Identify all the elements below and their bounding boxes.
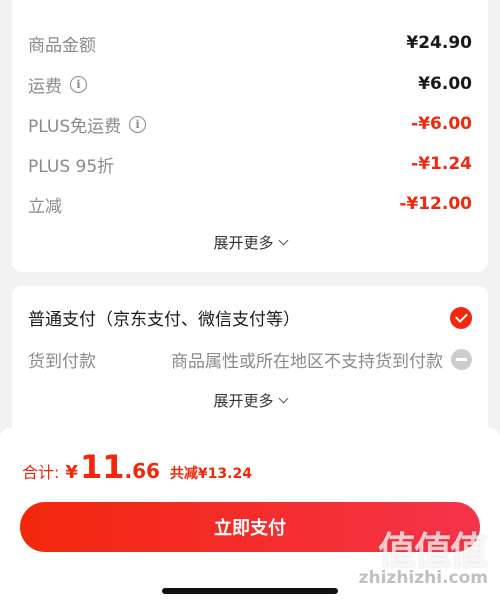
total-amount-decimal: .66 bbox=[124, 459, 160, 483]
info-icon[interactable]: i bbox=[70, 75, 87, 93]
expand-more-payment-label: 展开更多 bbox=[213, 392, 274, 410]
total-currency: ¥ bbox=[65, 462, 78, 483]
price-detail-card: 商品金额 ¥24.90 运费 i ¥6.00 PLUS免运费 i -¥6.00 … bbox=[12, 0, 488, 272]
plus-discount-label: PLUS 95折 bbox=[28, 156, 115, 177]
expand-more-payment-button[interactable]: 展开更多 bbox=[12, 390, 488, 411]
payment-option-normal[interactable]: 普通支付（京东支付、微信支付等） bbox=[28, 305, 472, 330]
total-amount-integer: 11 bbox=[79, 448, 125, 486]
instant-discount-value: -¥12.00 bbox=[399, 194, 472, 214]
watermark-logo: 值值值 bbox=[377, 529, 488, 573]
instant-discount-label: 立减 bbox=[28, 196, 62, 217]
row-plus-discount: PLUS 95折 -¥1.24 bbox=[28, 152, 472, 177]
expand-more-label: 展开更多 bbox=[213, 234, 274, 252]
disabled-icon bbox=[451, 349, 472, 370]
total-label: 合计: bbox=[22, 463, 60, 482]
chevron-down-icon bbox=[278, 235, 288, 246]
cod-label: 货到付款 bbox=[28, 352, 96, 372]
row-goods-amount: 商品金额 ¥24.90 bbox=[28, 31, 472, 56]
goods-amount-value: ¥24.90 bbox=[406, 33, 472, 53]
cod-unavailable-note: 商品属性或所在地区不支持货到付款 bbox=[171, 352, 443, 372]
plus-discount-value: -¥1.24 bbox=[411, 154, 472, 174]
goods-amount-label: 商品金额 bbox=[28, 35, 96, 56]
shipping-fee-value: ¥6.00 bbox=[418, 74, 472, 94]
home-indicator[interactable] bbox=[162, 588, 338, 594]
payment-option-cod: 货到付款 商品属性或所在地区不支持货到付款 bbox=[28, 347, 472, 372]
chevron-down-icon bbox=[278, 393, 288, 404]
normal-payment-label: 普通支付（京东支付、微信支付等） bbox=[28, 310, 300, 330]
checkmark-icon[interactable] bbox=[450, 306, 472, 329]
checkout-bar: 合计: ¥ 11 .66 共减¥13.24 立即支付 值值值 zhizhizhi… bbox=[0, 428, 500, 605]
row-instant-discount: 立减 -¥12.00 bbox=[28, 192, 472, 217]
plus-free-shipping-value: -¥6.00 bbox=[411, 114, 472, 134]
row-plus-free-shipping: PLUS免运费 i -¥6.00 bbox=[28, 112, 472, 137]
plus-free-shipping-label: PLUS免运费 bbox=[28, 116, 122, 137]
row-shipping-fee: 运费 i ¥6.00 bbox=[28, 72, 472, 97]
total-line: 合计: ¥ 11 .66 共减¥13.24 bbox=[22, 448, 252, 486]
payment-method-card: 普通支付（京东支付、微信支付等） 货到付款 商品属性或所在地区不支持货到付款 展… bbox=[12, 286, 488, 436]
shipping-fee-label: 运费 bbox=[28, 76, 62, 97]
info-icon[interactable]: i bbox=[129, 115, 147, 133]
watermark-text: zhizhizhi.com bbox=[358, 568, 488, 588]
total-discount: 共减¥13.24 bbox=[169, 466, 252, 482]
expand-more-button[interactable]: 展开更多 bbox=[12, 232, 488, 253]
